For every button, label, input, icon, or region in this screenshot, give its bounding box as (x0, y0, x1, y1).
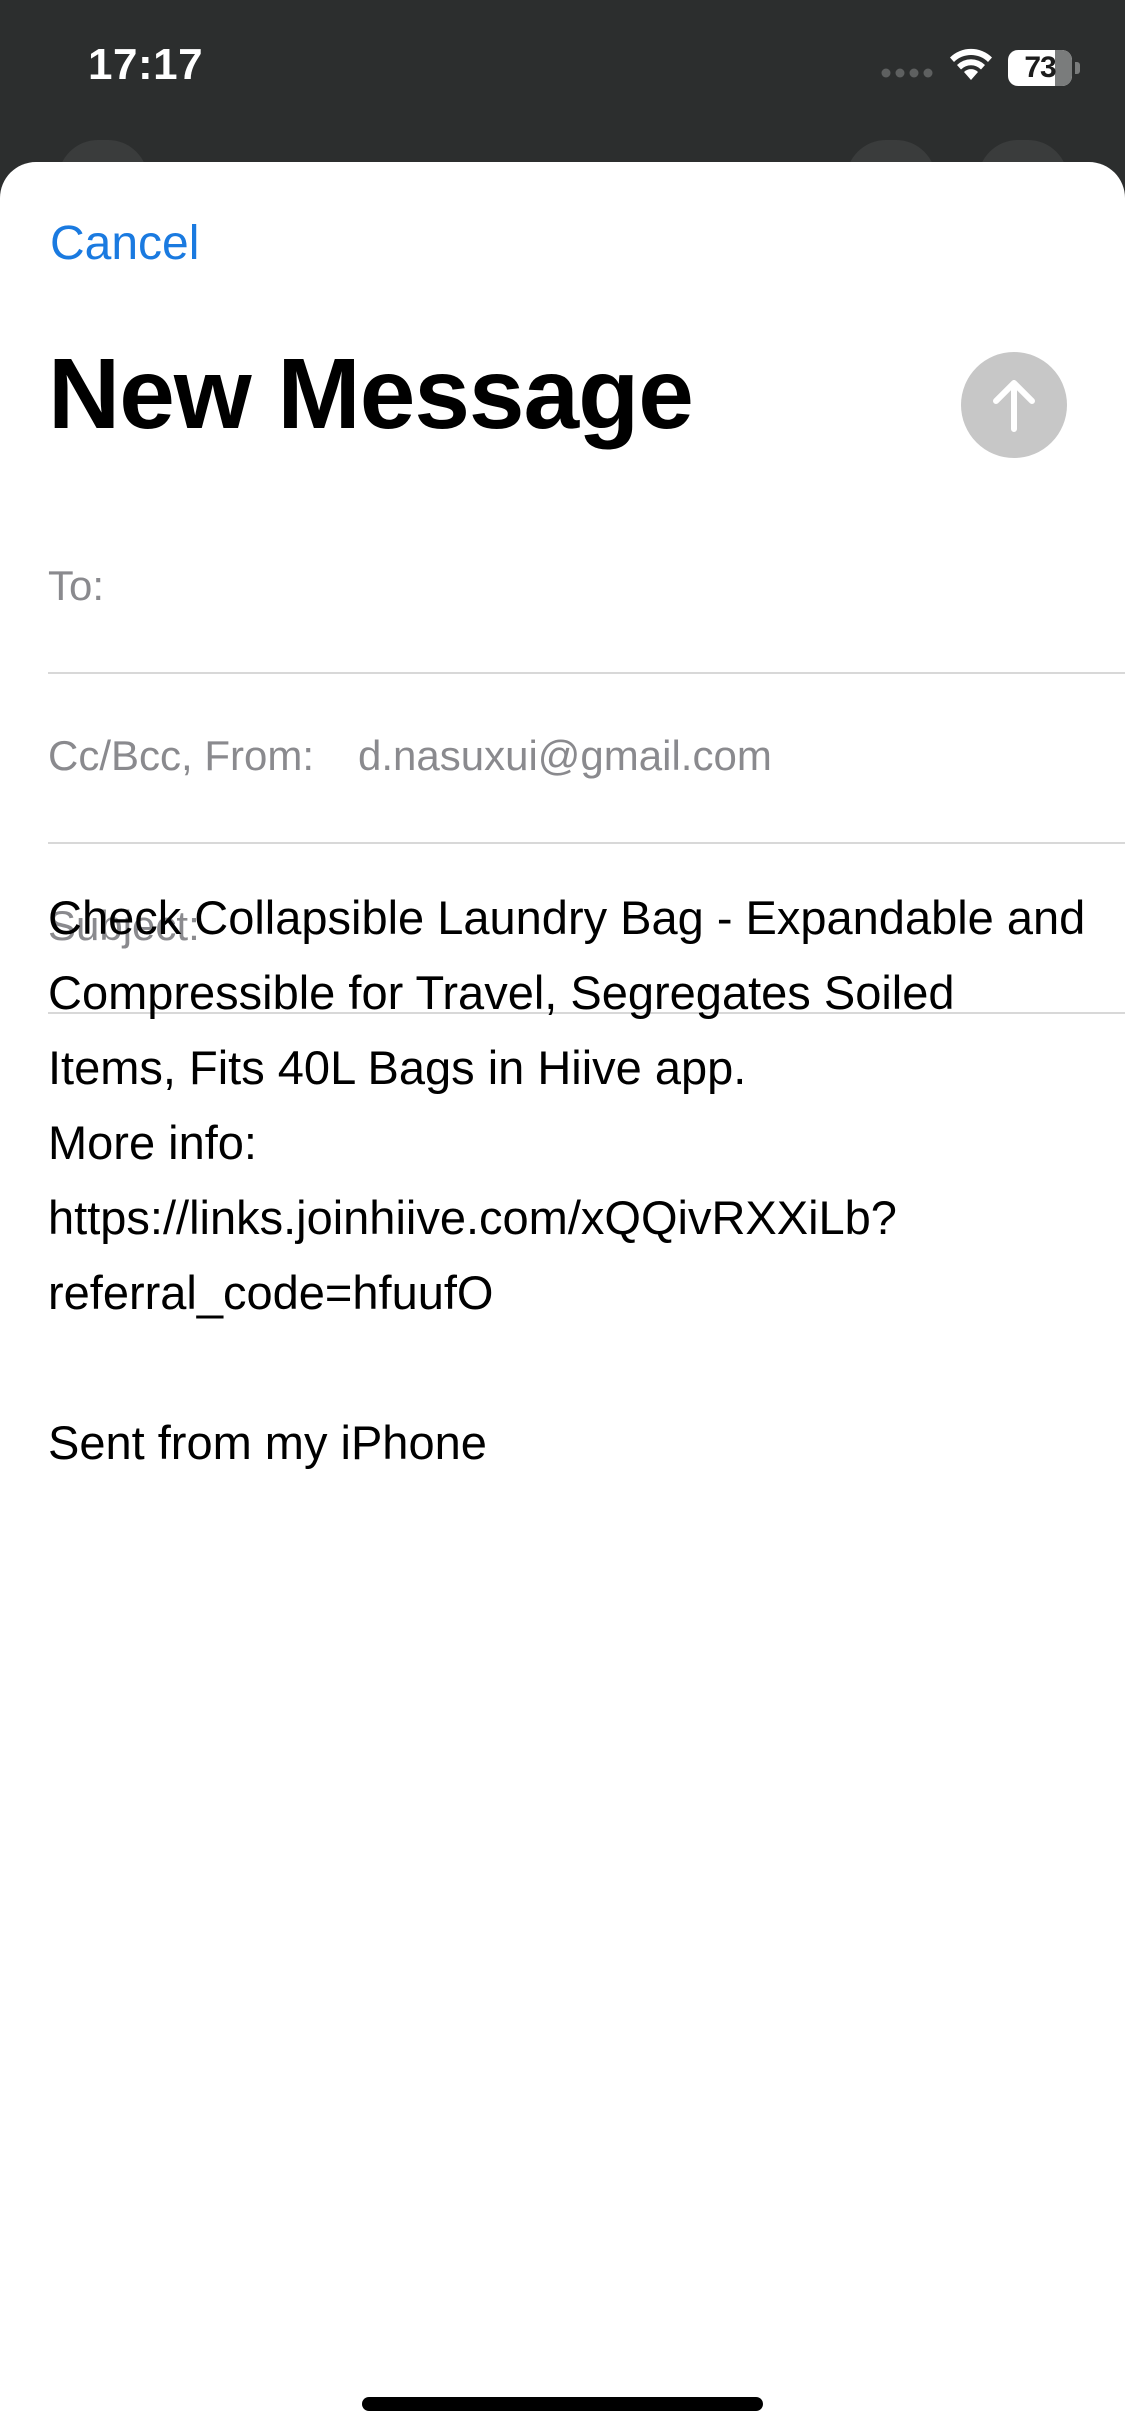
arrow-up-icon (993, 380, 1035, 432)
battery-percent: 73 (1024, 51, 1056, 84)
send-button[interactable] (961, 352, 1067, 458)
message-body[interactable]: Check Collapsible Laundry Bag - Expandab… (48, 880, 1088, 1480)
cancel-button[interactable]: Cancel (50, 216, 199, 271)
wifi-icon (950, 48, 992, 80)
mail-compose-screen: 17:17 73 Cancel New Message To: Cc/Bcc, … (0, 0, 1125, 2436)
status-time: 17:17 (88, 40, 204, 89)
to-field-row[interactable]: To: (48, 504, 1125, 674)
cc-bcc-from-row[interactable]: Cc/Bcc, From: d.nasuxui@gmail.com (48, 674, 1125, 844)
from-address[interactable]: d.nasuxui@gmail.com (358, 732, 772, 780)
battery-icon: 73 (1008, 50, 1080, 86)
home-indicator[interactable] (362, 2397, 763, 2411)
cc-bcc-from-label: Cc/Bcc, From: (48, 732, 315, 779)
signal-icon (881, 68, 933, 78)
status-bar: 17:17 73 (0, 0, 1125, 150)
to-label: To: (48, 562, 105, 609)
page-title: New Message (48, 338, 694, 450)
